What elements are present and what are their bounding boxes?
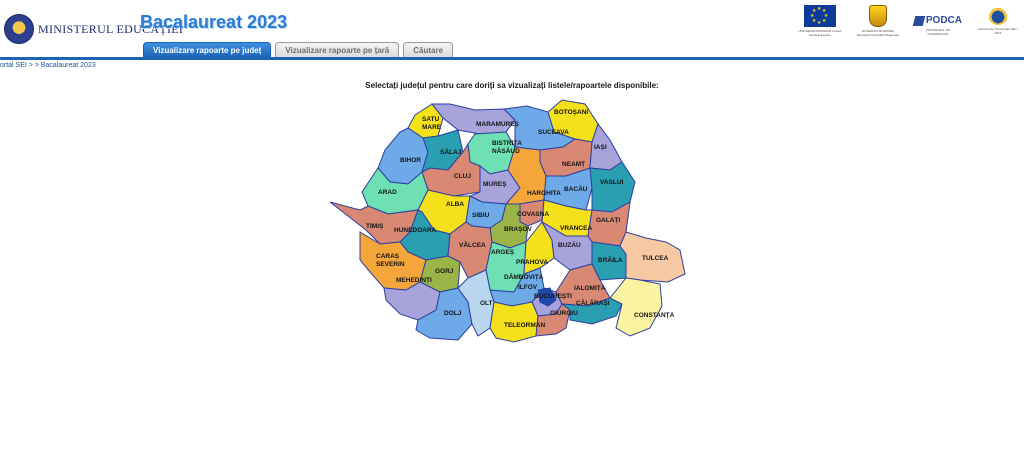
county-label-hunedoara[interactable]: HUNEDOARA — [394, 227, 437, 234]
header: MINISTERUL EDUCAȚIEI Bacalaureat 2023 Vi… — [0, 0, 1024, 60]
tab-search[interactable]: Căutare — [403, 42, 454, 58]
county-label-alba[interactable]: ALBA — [446, 201, 464, 208]
breadcrumb[interactable]: ortal SEI > > Bacalaureat 2023 — [0, 62, 96, 69]
county-label-mures[interactable]: MUREȘ — [483, 181, 507, 188]
county-label-giurgiu[interactable]: GIURGIU — [550, 310, 578, 317]
county-label-bacau[interactable]: BACĂU — [564, 184, 588, 193]
podca-mark-icon — [912, 15, 926, 26]
county-label-gorj[interactable]: GORJ — [435, 268, 454, 275]
county-label-vaslui[interactable]: VASLUI — [600, 179, 624, 186]
county-label-braila[interactable]: BRĂILA — [598, 255, 623, 264]
instruction-text: Selectați județul pentru care doriți sa … — [365, 81, 659, 90]
romania-county-map: SATU MARE MARAMUREȘ BOTOȘANI SUCEAVA BIHOR SĂL… — [330, 99, 686, 343]
county-label-brasov[interactable]: BRAȘOV — [504, 226, 532, 233]
podca-logo-caption: PROGRAMUL DE GUVERNANȚĂ — [925, 28, 951, 36]
ministry-emblem-icon — [4, 14, 34, 44]
county-label-dambovita[interactable]: DÂMBOVIȚA — [504, 272, 544, 281]
county-label-botosani[interactable]: BOTOȘANI — [554, 109, 588, 116]
county-label-neamt[interactable]: NEAMȚ — [562, 161, 585, 168]
county-label-ilfov[interactable]: ILFOV — [518, 284, 538, 291]
county-label-maramures[interactable]: MARAMUREȘ — [476, 121, 520, 128]
county-label-covasna[interactable]: COVASNA — [517, 211, 549, 218]
app-title: Bacalaureat 2023 — [140, 12, 288, 32]
county-label-bucuresti[interactable]: BUCUREȘTI — [534, 293, 572, 300]
podca-logo-text: PODCA — [925, 15, 962, 26]
eu-logo: ★ ★ ★ ★ ★ ★ ★ ★ UNIUNEA EUROPEANĂ Fondul Soc… — [798, 5, 842, 37]
county-label-bihor[interactable]: BIHOR — [400, 157, 421, 164]
county-label-buzau[interactable]: BUZĂU — [558, 240, 581, 249]
county-label-cluj[interactable]: CLUJ — [454, 173, 471, 180]
county-label-tulcea[interactable]: TULCEA — [642, 255, 669, 262]
government-logo: GUVERNUL ROMÂNIEI Ministerul Dezvoltării… — [856, 5, 900, 37]
county-label-constanta[interactable]: CONSTANȚA — [634, 312, 675, 319]
county-label-sibiu[interactable]: SIBIU — [472, 212, 490, 219]
county-maramures[interactable] — [430, 103, 516, 135]
county-label-iasi[interactable]: IAȘI — [594, 144, 607, 151]
county-label-mehedinti[interactable]: MEHEDINȚI — [396, 277, 432, 284]
county-label-dolj[interactable]: DOLJ — [444, 310, 462, 317]
eu-logo-label: UNIUNEA EUROPEANĂ Fondul Social European — [798, 29, 842, 37]
county-label-bistrita-nasaud[interactable]: BISTRIȚA NĂSĂUD — [492, 140, 522, 155]
programme-logo: Instrumente Structurale 2007-2013 — [976, 5, 1020, 35]
county-label-calarasi[interactable]: CĂLĂRAȘI — [576, 298, 610, 307]
government-logo-label: GUVERNUL ROMÂNIEI Ministerul Dezvoltării… — [856, 29, 899, 37]
county-label-prahova[interactable]: PRAHOVA — [516, 259, 548, 266]
county-label-timis[interactable]: TIMIȘ — [366, 223, 384, 230]
programme-logo-label: Instrumente Structurale 2007-2013 — [978, 27, 1018, 35]
tab-country-reports[interactable]: Vizualizare rapoarte pe țară — [275, 42, 400, 58]
coat-of-arms-icon — [868, 5, 887, 27]
programme-emblem-icon — [988, 5, 1008, 25]
county-label-satu-mare[interactable]: SATU MARE — [422, 116, 442, 131]
county-label-ialomita[interactable]: IALOMIȚA — [574, 285, 606, 292]
partner-logos: ★ ★ ★ ★ ★ ★ ★ ★ UNIUNEA EUROPEANĂ Fondul Soc… — [784, 5, 1020, 37]
county-label-olt[interactable]: OLT — [480, 300, 493, 307]
county-label-galati[interactable]: GALAȚI — [596, 217, 620, 224]
tab-bar: Vizualizare rapoarte pe județ Vizualizar… — [143, 42, 457, 58]
eu-flag-icon: ★ ★ ★ ★ ★ ★ ★ ★ — [803, 5, 836, 27]
county-label-harghita[interactable]: HARGHITA — [527, 190, 561, 197]
county-label-valcea[interactable]: VÂLCEA — [459, 240, 486, 249]
county-label-arad[interactable]: ARAD — [378, 189, 397, 196]
county-label-salaj[interactable]: SĂLAJ — [440, 147, 462, 156]
tab-county-reports[interactable]: Vizualizare rapoarte pe județ — [143, 42, 272, 58]
county-label-suceava[interactable]: SUCEAVA — [538, 129, 569, 136]
podca-logo: PODCA PROGRAMUL DE GUVERNANȚĂ — [912, 5, 962, 36]
county-label-teleorman[interactable]: TELEORMAN — [504, 322, 545, 329]
header-divider — [0, 57, 1024, 60]
county-label-vrancea[interactable]: VRANCEA — [560, 225, 592, 232]
county-label-arges[interactable]: ARGEȘ — [491, 249, 515, 256]
